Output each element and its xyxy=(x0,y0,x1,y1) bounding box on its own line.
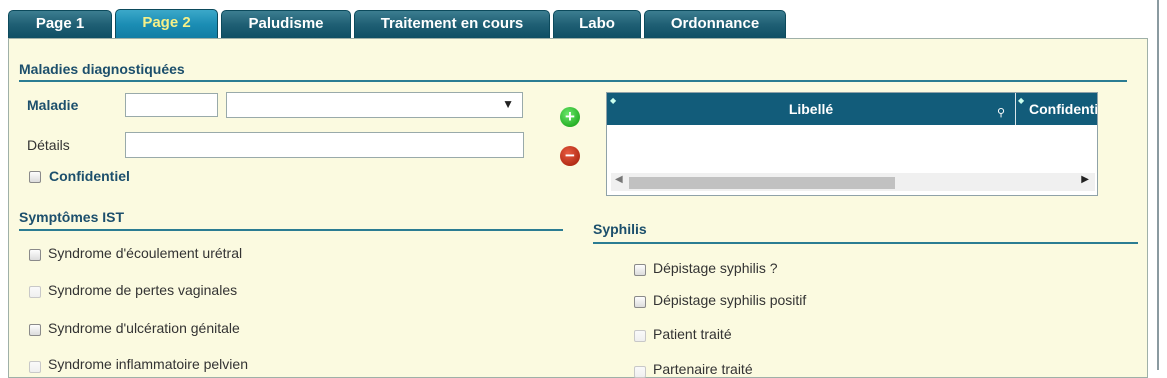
syphilis-checkbox-3[interactable] xyxy=(634,330,646,342)
column-header-libelle[interactable]: Libellé xyxy=(607,93,1015,125)
details-input[interactable] xyxy=(125,132,524,158)
remove-maladie-button[interactable]: − xyxy=(560,146,580,166)
tab-paludisme[interactable]: Paludisme xyxy=(221,10,351,38)
section-rule xyxy=(593,242,1138,244)
maladie-select[interactable]: ▼ xyxy=(226,92,523,118)
scroll-right-icon[interactable]: ▶ xyxy=(1081,174,1089,185)
maladie-code-input[interactable] xyxy=(125,93,218,117)
horizontal-scrollbar[interactable]: ◀ ▶ xyxy=(611,173,1095,191)
ist-checkbox-4[interactable] xyxy=(29,361,41,373)
add-maladie-button[interactable]: + xyxy=(560,107,580,127)
ist-label-2: Syndrome de pertes vaginales xyxy=(48,282,238,298)
section-title-ist: Symptômes IST xyxy=(19,209,125,225)
search-icon[interactable]: ⚲ xyxy=(997,106,1005,119)
scrollbar-thumb[interactable] xyxy=(629,177,895,189)
syphilis-checkbox-1[interactable] xyxy=(634,264,646,276)
maladies-grid: ◆ Libellé ⚲ ◆ Confidentiel ◀ ▶ xyxy=(606,92,1098,196)
section-rule xyxy=(19,80,1127,82)
ist-checkbox-3[interactable] xyxy=(29,324,41,336)
syphilis-checkbox-2[interactable] xyxy=(634,296,646,308)
tab-page-2[interactable]: Page 2 xyxy=(115,9,218,39)
ist-checkbox-2[interactable] xyxy=(29,286,41,298)
tab-page-1[interactable]: Page 1 xyxy=(8,10,112,38)
column-separator xyxy=(1015,93,1016,125)
details-label: Détails xyxy=(27,137,70,153)
dropdown-arrow-icon: ▼ xyxy=(502,97,514,111)
section-rule xyxy=(19,229,563,231)
ist-label-3: Syndrome d'ulcération génitale xyxy=(48,320,240,336)
syphilis-label-3: Patient traité xyxy=(653,326,732,342)
sort-icon[interactable]: ◆ xyxy=(1018,96,1024,105)
confidentiel-checkbox[interactable] xyxy=(29,171,41,183)
ist-checkbox-1[interactable] xyxy=(29,249,41,261)
syphilis-label-4: Partenaire traité xyxy=(653,361,753,377)
syphilis-checkbox-4[interactable] xyxy=(634,366,646,378)
syphilis-label-2: Dépistage syphilis positif xyxy=(653,292,807,308)
scroll-left-icon[interactable]: ◀ xyxy=(615,174,623,185)
maladie-label: Maladie xyxy=(27,97,79,113)
window-border xyxy=(1157,0,1159,370)
tab-labo[interactable]: Labo xyxy=(553,10,641,38)
tab-traitement-en-cours[interactable]: Traitement en cours xyxy=(354,10,550,38)
confidentiel-label: Confidentiel xyxy=(49,168,130,184)
section-title-maladies: Maladies diagnostiquées xyxy=(19,61,185,77)
syphilis-label-1: Dépistage syphilis ? xyxy=(653,260,778,276)
tab-ordonnance[interactable]: Ordonnance xyxy=(644,10,786,38)
column-header-confidentiel[interactable]: Confidentiel xyxy=(1029,93,1097,125)
section-title-syphilis: Syphilis xyxy=(593,221,647,237)
ist-label-1: Syndrome d'écoulement urétral xyxy=(48,245,243,261)
grid-header: ◆ Libellé ⚲ ◆ Confidentiel xyxy=(607,93,1097,125)
